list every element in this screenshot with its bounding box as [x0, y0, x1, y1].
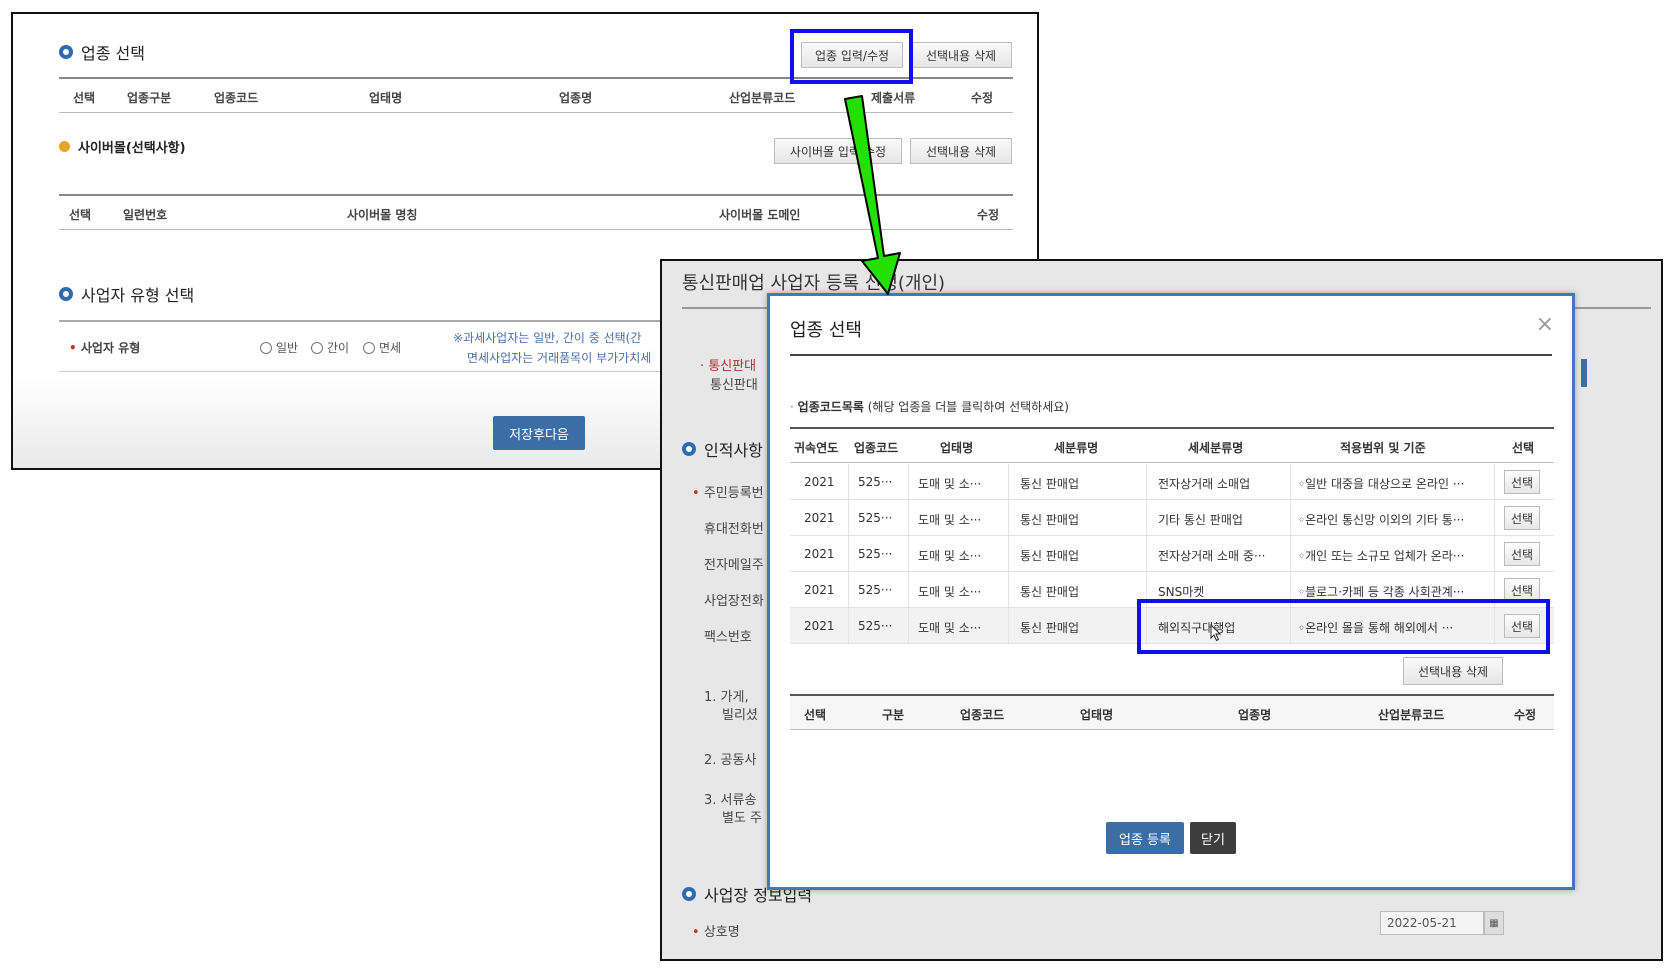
modal-title: 업종 선택	[790, 320, 862, 341]
radio-icon	[260, 341, 272, 354]
close-icon[interactable]: ×	[1536, 312, 1554, 337]
date-input[interactable]: 2022-05-21	[1380, 911, 1484, 935]
industry-section-title: 업종 선택	[59, 40, 145, 64]
cybermall-title: 사이버몰(선택사항)	[59, 137, 186, 156]
register-industry-button[interactable]: 업종 등록	[1106, 822, 1184, 854]
optional-bullet-icon	[59, 141, 70, 152]
section-bullet-icon	[682, 442, 696, 456]
modal-delete-selected-button[interactable]: 선택내용 삭제	[1403, 657, 1503, 685]
select-button[interactable]: 선택	[1504, 470, 1540, 494]
radio-icon	[311, 341, 323, 354]
close-button[interactable]: 닫기	[1190, 822, 1236, 854]
biz-type-note-2: 면세사업자는 거래품목이 부가가치세	[467, 351, 652, 365]
biz-type-section-title: 사업자 유형 선택	[59, 282, 194, 306]
cybermall-delete-button[interactable]: 선택내용 삭제	[910, 138, 1012, 164]
radio-exempt[interactable]: 면세	[363, 339, 401, 356]
highlight-box-industry-input	[790, 29, 913, 84]
selected-table-header: 선택 구분 업종코드 업태명 업종명 산업분류코드 수정	[790, 694, 1554, 730]
calendar-icon[interactable]: ▦	[1484, 911, 1504, 935]
save-next-button[interactable]: 저장후다음	[493, 416, 585, 450]
select-button[interactable]: 선택	[1504, 506, 1540, 530]
selected-table: 선택 구분 업종코드 업태명 업종명 산업분류코드 수정	[790, 694, 1554, 734]
cybermall-table-header: 선택 일련번호 사이버몰 명칭 사이버몰 도메인 수정	[59, 194, 1013, 230]
biz-type-note-1: ※과세사업자는 일반, 간이 중 선택(간	[453, 331, 642, 345]
code-row[interactable]: 2021 525··· 도매 및 소··· 통신 판매업 기타 통신 판매업 ◦…	[790, 500, 1554, 536]
radio-simple[interactable]: 간이	[311, 339, 349, 356]
code-row[interactable]: 2021 525··· 도매 및 소··· 통신 판매업 전자상거래 소매 중·…	[790, 536, 1554, 572]
code-list-title: · 업종코드목록 (해당 업종을 더블 클릭하여 선택하세요)	[790, 400, 1069, 414]
industry-select-modal: 업종 선택 × · 업종코드목록 (해당 업종을 더블 클릭하여 선택하세요) …	[767, 293, 1575, 890]
code-row[interactable]: 2021 525··· 도매 및 소··· 통신 판매업 전자상거래 소매업 ◦…	[790, 464, 1554, 500]
biz-type-label: • 사업자 유형	[69, 341, 141, 355]
radio-general[interactable]: 일반	[260, 339, 298, 356]
personal-section-title: 인적사항	[682, 437, 763, 461]
delete-selected-button[interactable]: 선택내용 삭제	[910, 42, 1012, 68]
section-bullet-icon	[59, 45, 73, 59]
highlight-box-selected-row	[1137, 599, 1550, 654]
radio-icon	[363, 341, 375, 354]
select-button[interactable]: 선택	[1504, 542, 1540, 566]
code-table-header: 귀속연도 업종코드 업태명 세분류명 세세분류명 적용범위 및 기준 선택	[790, 427, 1554, 463]
modal-title-divider	[790, 354, 1552, 356]
section-bullet-icon	[59, 287, 73, 301]
page-title: 통신판매업 사업자 등록 신청(개인)	[682, 273, 946, 294]
section-bullet-icon	[682, 887, 696, 901]
scroll-indicator	[1581, 359, 1587, 387]
cybermall-edit-button[interactable]: 사이버몰 입력/수정	[774, 138, 902, 164]
